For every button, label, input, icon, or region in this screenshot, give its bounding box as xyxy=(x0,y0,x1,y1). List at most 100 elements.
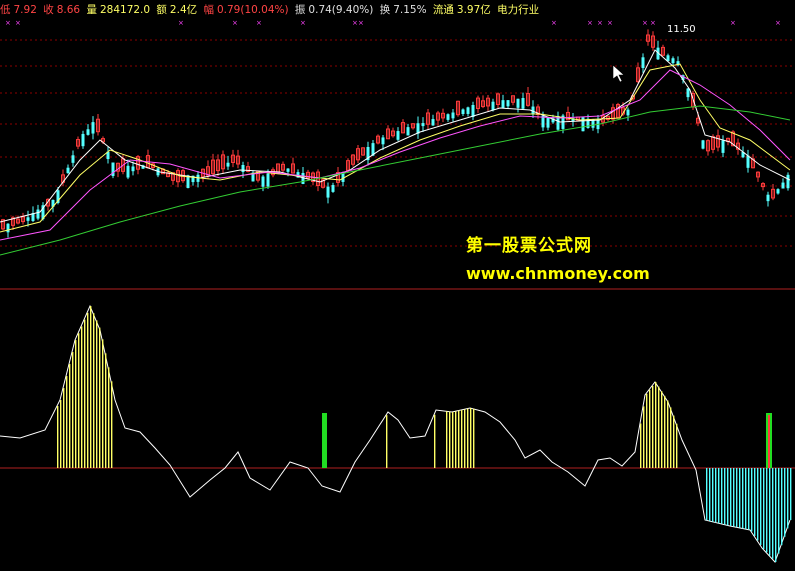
oscillator-bar xyxy=(96,320,98,468)
oscillator-bar xyxy=(452,412,454,468)
candle-body xyxy=(381,137,385,145)
turnover-value: 7.15% xyxy=(393,4,427,16)
candle-body xyxy=(461,109,465,114)
amplitude-value: 0.74(9.40%) xyxy=(308,4,374,16)
oscillator-bar xyxy=(66,376,68,468)
candle-body xyxy=(91,122,95,134)
oscillator-red-bar xyxy=(768,415,770,468)
candle-body xyxy=(226,162,230,167)
oscillator-bar xyxy=(658,386,660,468)
oscillator-bar xyxy=(754,468,756,536)
oscillator-line xyxy=(0,304,791,563)
amount-label: 额 xyxy=(156,4,167,16)
chart-canvas[interactable]: × × × × × × × × × × × × × × × × 11.50 xyxy=(0,0,795,571)
range-value: 0.79(10.04%) xyxy=(216,4,289,16)
close-label: 收 xyxy=(43,4,54,16)
candle-body xyxy=(421,123,425,127)
oscillator-bar xyxy=(727,468,729,526)
candle-body xyxy=(766,194,770,202)
signal-mark: × xyxy=(232,19,238,27)
oscillator-bar xyxy=(386,415,388,468)
candle-body xyxy=(531,106,535,114)
cursor-arrow-icon xyxy=(612,64,625,83)
oscillator-bar xyxy=(784,468,786,537)
oscillator-bar xyxy=(778,468,780,554)
oscillator-bar xyxy=(434,414,436,468)
oscillator-bar xyxy=(718,468,720,524)
oscillator-bar xyxy=(715,468,717,523)
oscillator-bar xyxy=(664,395,666,468)
oscillator-bar xyxy=(781,468,783,546)
signal-mark: × xyxy=(650,19,656,27)
oscillator-bar xyxy=(78,333,80,468)
oscillator-bar xyxy=(748,468,750,530)
signal-mark: × xyxy=(607,19,613,27)
oscillator-bar xyxy=(733,468,735,527)
candle-body xyxy=(546,117,550,128)
candle-body xyxy=(491,101,495,111)
oscillator-bar xyxy=(787,468,789,529)
signal-mark: × xyxy=(587,19,593,27)
signal-mark: × xyxy=(256,19,262,27)
oscillator-bar xyxy=(649,389,651,468)
oscillator-bar xyxy=(757,468,759,541)
candle-body xyxy=(331,185,335,192)
range-label: 幅 xyxy=(203,4,214,16)
oscillator-bar xyxy=(105,353,107,468)
volume-label: 量 xyxy=(86,4,97,16)
oscillator-bar xyxy=(769,468,771,556)
oscillator-bar xyxy=(93,313,95,468)
candle-body xyxy=(81,133,85,147)
candle-body xyxy=(261,176,265,187)
oscillator-bar xyxy=(84,319,86,468)
moving-averages xyxy=(0,49,791,256)
oscillator-bar xyxy=(464,409,466,468)
candle-body xyxy=(471,105,475,117)
stock-info-bar: 低 7.92 收 8.66 量 284172.0 额 2.4亿 幅 0.79(10.04%… xyxy=(0,2,795,18)
oscillator-bar xyxy=(712,468,714,522)
oscillator-bar xyxy=(63,388,65,468)
oscillator-bar xyxy=(111,381,113,468)
candle-body xyxy=(66,167,70,174)
oscillator-bar xyxy=(721,468,723,524)
float-label: 流通 xyxy=(432,4,454,16)
oscillator-bar xyxy=(673,415,675,468)
oscillator-bar xyxy=(458,410,460,468)
float-value: 3.97亿 xyxy=(456,4,491,16)
oscillator-bar xyxy=(709,468,711,521)
oscillator-bar xyxy=(57,406,59,468)
candle-body xyxy=(26,217,30,221)
oscillator-bar xyxy=(655,382,657,468)
oscillator-bar xyxy=(90,306,92,468)
oscillator-bar xyxy=(790,468,792,520)
candle-body xyxy=(286,168,290,172)
candle-body xyxy=(506,100,510,107)
candle-body xyxy=(241,164,245,173)
candle-body xyxy=(86,129,90,135)
candle-body xyxy=(721,140,725,153)
candle-body xyxy=(36,209,40,219)
candle-body xyxy=(701,140,705,149)
oscillator-bar xyxy=(763,468,765,550)
oscillator-bar xyxy=(108,367,110,468)
candle-body xyxy=(326,186,330,198)
oscillator-bar xyxy=(724,468,726,525)
oscillator-bar xyxy=(742,468,744,529)
oscillator-bar xyxy=(676,423,678,468)
candle-body xyxy=(131,166,135,172)
oscillator-bar xyxy=(775,468,777,562)
candle-body xyxy=(516,98,520,108)
candle-body xyxy=(641,57,645,69)
oscillator-bar xyxy=(69,364,71,468)
oscillator-bar xyxy=(652,385,654,468)
oscillator-bar xyxy=(772,468,774,559)
candlesticks[interactable] xyxy=(1,29,790,238)
oscillator-green-bar xyxy=(322,413,327,468)
oscillator-bar xyxy=(640,423,642,468)
candle-body xyxy=(521,98,525,109)
oscillator-bar xyxy=(446,411,448,468)
signal-mark: × xyxy=(358,19,364,27)
candle-body xyxy=(671,58,675,64)
candle-body xyxy=(501,100,505,109)
signal-mark: × xyxy=(300,19,306,27)
